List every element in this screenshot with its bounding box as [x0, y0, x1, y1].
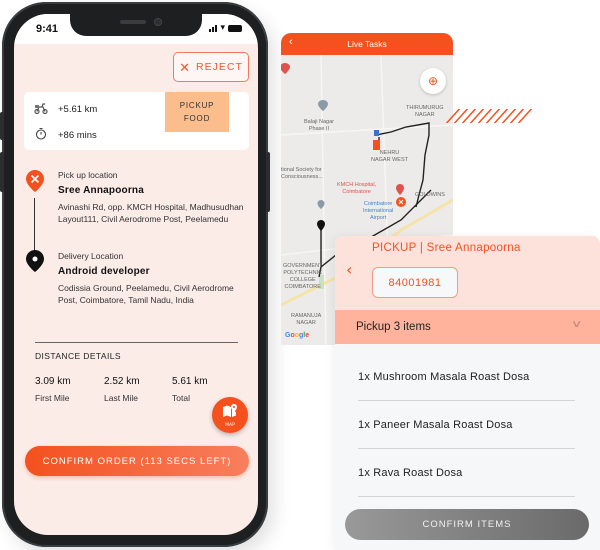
delivery-location-label: Delivery Location: [58, 251, 124, 261]
map-header-title: Live Tasks: [347, 39, 387, 49]
confirm-order-button[interactable]: CONFIRM ORDER (113 SECS LEFT): [25, 446, 249, 476]
scooter-icon: [34, 102, 48, 117]
delivery-location-name: Android developer: [58, 266, 150, 277]
wifi-icon: ▾: [220, 23, 225, 33]
map-label-thirumurugan: THIRUMURUG NAGAR: [406, 105, 444, 118]
back-chevron-icon[interactable]: ‹: [346, 260, 352, 279]
distance-details-title: DISTANCE DETAILS: [35, 351, 121, 361]
crosshair-icon: ⊕: [427, 74, 439, 88]
pickup-location-name: Sree Annapoorna: [58, 185, 144, 196]
map-label-ramanuja: RAMANUJA NAGAR: [291, 313, 322, 326]
phone-screen: 9:41 ▾ ✕ REJECT +5.61 km +86 mins PICKUP…: [14, 14, 258, 535]
notch: [70, 14, 202, 36]
pickup-panel-header: ‹ PICKUP | Sree Annapoorna 84001981: [335, 236, 600, 310]
distance-label: First Mile: [35, 393, 70, 403]
status-time: 9:41: [36, 23, 59, 35]
map-label-kmch: KMCH Hospital, Coimbatore: [337, 182, 377, 195]
map-label-balaji: Balaji Nagar Phase II: [304, 119, 334, 132]
divider: [35, 342, 238, 343]
map-button-label: MAP: [225, 422, 235, 428]
rider-marker: [373, 140, 380, 150]
restaurant-pin-icon: [26, 170, 44, 196]
distance-value: 5.61 km: [172, 376, 208, 387]
decorative-stripes: [445, 109, 533, 123]
map-label-society: tional Society for Consciousness...: [281, 167, 323, 180]
pickup-location: Pick up location Sree Annapoorna Avinash…: [58, 170, 253, 225]
reject-button[interactable]: ✕ REJECT: [173, 52, 249, 82]
map-button[interactable]: MAP: [212, 397, 248, 433]
list-item: 1x Paneer Masala Roast Dosa: [358, 401, 575, 449]
chevron-down-icon: ∨: [570, 319, 583, 330]
extra-distance: +5.61 km: [58, 104, 98, 115]
signal-icon: [209, 25, 218, 32]
order-id-badge: 84001981: [372, 267, 458, 298]
pickup-location-label: Pick up location: [58, 170, 118, 180]
delivery-location: Delivery Location Android developer Codi…: [58, 251, 253, 306]
trip-info-card: +5.61 km +86 mins PICKUP FOOD: [24, 92, 249, 150]
duration-row: +86 mins: [34, 127, 97, 143]
distance-total: 5.61 km Total: [172, 376, 208, 403]
camera: [154, 18, 162, 26]
delivery-location-address: Codissia Ground, Peelamedu, Civil Aerodr…: [58, 283, 234, 305]
phone-side-button: [0, 112, 4, 140]
phone-side-button: [0, 152, 4, 192]
speaker: [120, 20, 146, 24]
delivery-pin-icon: [26, 250, 44, 276]
map-label-govt-college: GOVERNMENT POLYTECHNIC COLLEGE COIMBATORE: [283, 263, 323, 290]
map-label-goldwins: GOLDWINS: [415, 192, 445, 198]
google-logo: Google: [285, 332, 310, 339]
phone-side-button: [266, 152, 270, 212]
battery-icon: [228, 25, 242, 32]
back-chevron-icon[interactable]: ‹: [289, 36, 293, 48]
phone-frame: 9:41 ▾ ✕ REJECT +5.61 km +86 mins PICKUP…: [0, 2, 270, 547]
confirm-items-button[interactable]: CONFIRM ITEMS: [345, 509, 589, 540]
my-location-button[interactable]: ⊕: [420, 68, 446, 94]
distance-label: Total: [172, 393, 190, 403]
map-header: ‹ Live Tasks: [281, 33, 453, 55]
status-icons: ▾: [209, 23, 242, 33]
list-item: 1x Rava Roast Dosa: [358, 449, 575, 497]
distance-value: 2.52 km: [104, 376, 140, 387]
close-icon: ✕: [179, 59, 192, 75]
pickup-food-badge: PICKUP FOOD: [165, 92, 229, 132]
pickup-items-dropdown[interactable]: Pickup 3 items ∨: [335, 310, 600, 344]
extra-duration: +86 mins: [58, 129, 97, 141]
distance-label: Last Mile: [104, 393, 139, 403]
map-label-airport: Coimbatore International Airport: [363, 201, 394, 221]
distance-first-mile: 3.09 km First Mile: [35, 376, 71, 403]
pickup-items-header: Pickup 3 items: [356, 321, 431, 333]
pickup-location-address: Avinashi Rd, opp. KMCH Hospital, Madhusu…: [58, 202, 244, 224]
list-item: 1x Mushroom Masala Roast Dosa: [358, 353, 575, 401]
reject-label: REJECT: [196, 61, 243, 73]
badge-line2: FOOD: [183, 114, 211, 123]
distance-row: +5.61 km: [34, 102, 97, 117]
pickup-panel-title: PICKUP | Sree Annapoorna: [372, 242, 521, 254]
badge-line1: PICKUP: [179, 101, 215, 110]
distance-value: 3.09 km: [35, 376, 71, 387]
map-label-nehru: NEHRU NAGAR WEST: [371, 150, 408, 163]
stopwatch-icon: [34, 127, 48, 143]
map-icon: [222, 403, 238, 422]
distance-last-mile: 2.52 km Last Mile: [104, 376, 140, 403]
status-bar: 9:41 ▾: [14, 14, 258, 44]
pickup-items-panel: ‹ PICKUP | Sree Annapoorna 84001981 Pick…: [335, 236, 600, 550]
